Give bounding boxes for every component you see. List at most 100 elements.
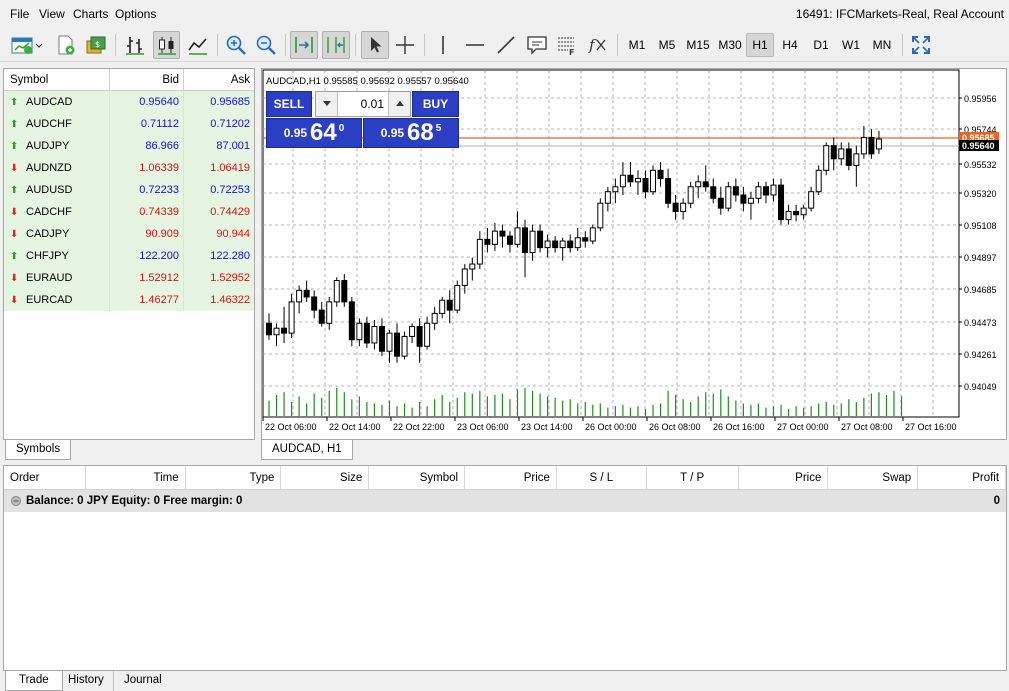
column-header-profit[interactable]: Profit: [918, 466, 1007, 489]
column-header-t-p[interactable]: T / P: [647, 466, 739, 489]
candle-body: [853, 153, 860, 166]
candle-body: [793, 210, 800, 216]
market-watch-row[interactable]: ⬇ AUDNZD 1.06339 1.06419: [4, 157, 254, 179]
symbol-column-header[interactable]: Symbol: [4, 69, 110, 91]
chart-window[interactable]: 0.95956 0.95744 0.95532 0.95320 0.95108 0.948…: [261, 68, 1007, 440]
bar-chart-button[interactable]: [122, 31, 148, 59]
timeframe-h4-button[interactable]: H4: [776, 33, 804, 57]
market-watch-row[interactable]: ⬇ CADCHF 0.74339 0.74429: [4, 201, 254, 223]
market-watch-row[interactable]: ⬆ AUDJPY 86.966 87.001: [4, 135, 254, 157]
candle-body: [868, 136, 875, 155]
menu-charts[interactable]: Charts: [73, 7, 108, 21]
arrow-down-icon: ⬇: [10, 272, 19, 284]
column-header-type[interactable]: Type: [186, 466, 282, 489]
candle-body: [303, 289, 310, 298]
market-watch-rows: ⬆ AUDCAD 0.95640 0.95685 ⬆ AUDCHF 0.71112 0.712…: [4, 91, 254, 311]
lot-decrease-button[interactable]: [316, 92, 338, 116]
tab-history[interactable]: History: [59, 671, 114, 691]
tab-audcad-h1[interactable]: AUDCAD, H1: [261, 440, 353, 460]
trade-table-header: Order Time Type Size Symbol Price S / LT / P Pr…: [4, 466, 1007, 490]
lot-increase-button[interactable]: [388, 92, 410, 116]
timeframe-m5-button[interactable]: M5: [653, 33, 681, 57]
market-watch-row[interactable]: ⬇ CADJPY 90.909 90.944: [4, 223, 254, 245]
candle-body: [680, 202, 687, 212]
ask-column-header[interactable]: Ask: [184, 69, 254, 90]
tab-trade[interactable]: Trade: [5, 671, 63, 691]
timeframe-m30-button[interactable]: M30: [715, 33, 745, 57]
candle-body: [506, 235, 513, 245]
menu-options[interactable]: Options: [115, 7, 156, 21]
arrow-up-icon: ⬆: [10, 184, 19, 196]
candlestick-button[interactable]: [153, 31, 180, 59]
candle-body: [476, 238, 483, 265]
zoom-out-button[interactable]: [253, 31, 279, 59]
candle-body: [348, 301, 355, 341]
market-watch-row[interactable]: ⬇ EURCAD 1.46277 1.46322: [4, 289, 254, 311]
timeframe-mn-button[interactable]: MN: [868, 33, 896, 57]
fibonacci-button[interactable]: F: [554, 31, 580, 59]
chart-shift-button[interactable]: [322, 31, 350, 59]
tab-journal[interactable]: Journal: [115, 671, 171, 691]
tab-symbols[interactable]: Symbols: [5, 440, 72, 460]
column-header-swap[interactable]: Swap: [828, 466, 919, 489]
timeframe-m1-button[interactable]: M1: [623, 33, 651, 57]
lot-size-input[interactable]: 0.01: [338, 92, 388, 116]
sell-price-button[interactable]: 0.95 64 0: [266, 118, 362, 148]
market-watch-row[interactable]: ⬆ AUDCHF 0.71112 0.71202: [4, 113, 254, 135]
symbol-name: CHFJPY: [26, 250, 69, 262]
market-watch-row[interactable]: ⬆ AUDUSD 0.72233 0.72253: [4, 179, 254, 201]
arrow-up-icon: ⬆: [10, 118, 19, 130]
candle-body: [461, 268, 468, 286]
buy-button[interactable]: BUY: [412, 91, 459, 117]
crosshair-button[interactable]: [393, 31, 417, 59]
arrow-up-icon: ⬆: [10, 250, 19, 262]
menu-view[interactable]: View: [39, 7, 65, 21]
lot-size-stepper[interactable]: 0.01: [315, 91, 411, 117]
timeframe-d1-button[interactable]: D1: [807, 33, 835, 57]
auto-scroll-button[interactable]: [290, 31, 318, 59]
cursor-button[interactable]: [361, 31, 389, 59]
zoom-in-button[interactable]: [223, 31, 249, 59]
vertical-line-icon: [442, 36, 444, 54]
balance-row[interactable]: Balance: 0 JPY Equity: 0 Free margin: 0 …: [4, 490, 1006, 512]
menu-file[interactable]: File: [10, 7, 29, 21]
candle-body: [770, 184, 777, 196]
trend-line-button[interactable]: [494, 31, 518, 59]
candle-body: [762, 186, 769, 196]
column-header-time[interactable]: Time: [86, 466, 186, 489]
arrow-up-icon: ⬆: [10, 96, 19, 108]
text-label-button[interactable]: [524, 31, 550, 59]
horizontal-line-button[interactable]: [463, 31, 487, 59]
arrow-down-icon: ⬇: [10, 294, 19, 306]
market-watch-row[interactable]: ⬆ CHFJPY 122.200 122.280: [4, 245, 254, 267]
new-document-button[interactable]: [54, 31, 78, 59]
timeframe-h1-button[interactable]: H1: [746, 33, 774, 57]
fullscreen-button[interactable]: [908, 31, 934, 59]
chart-shift-icon: [327, 37, 345, 53]
line-chart-button[interactable]: [185, 31, 211, 59]
market-watch-row[interactable]: ⬆ AUDCAD 0.95640 0.95685: [4, 91, 254, 113]
column-header-s-l[interactable]: S / L: [557, 466, 647, 489]
timeframe-m15-button[interactable]: M15: [683, 33, 713, 57]
column-header-order[interactable]: Order: [4, 466, 86, 489]
indicators-button[interactable]: f: [585, 31, 611, 59]
column-header-price[interactable]: Price: [739, 466, 829, 489]
buy-price-button[interactable]: 0.95 68 5: [363, 118, 459, 148]
column-header-price[interactable]: Price: [465, 466, 557, 489]
money-button[interactable]: $: [84, 31, 108, 59]
candle-body: [288, 301, 295, 334]
sell-button[interactable]: SELL: [266, 91, 312, 117]
column-header-symbol[interactable]: Symbol: [369, 466, 466, 489]
bid-cell: 1.46277: [110, 289, 184, 311]
vertical-line-button[interactable]: [432, 31, 454, 59]
bid-column-header[interactable]: Bid: [110, 69, 184, 90]
candle-body: [589, 227, 596, 242]
arrow-down-icon: ⬇: [10, 228, 19, 240]
timeframe-w1-button[interactable]: W1: [837, 33, 865, 57]
candle-body: [740, 194, 747, 204]
zoom-in-icon: [226, 35, 246, 55]
market-watch-row[interactable]: ⬇ EURAUD 1.52912 1.52952: [4, 267, 254, 289]
column-header-size[interactable]: Size: [281, 466, 370, 489]
new-chart-button[interactable]: [8, 31, 46, 59]
chart-tabs: AUDCAD, H1: [261, 440, 1007, 460]
